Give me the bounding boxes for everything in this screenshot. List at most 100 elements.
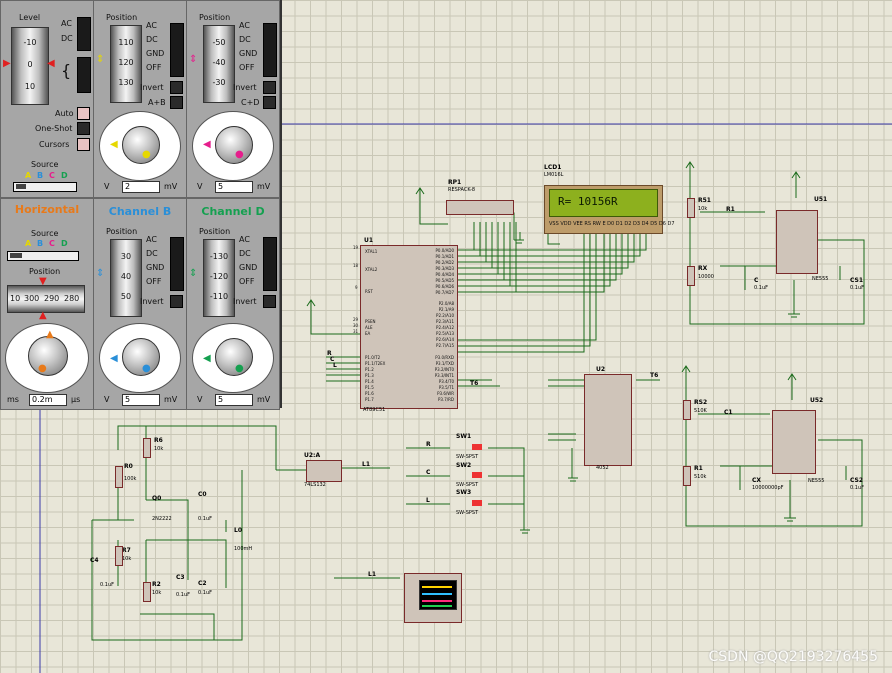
sw3-switch[interactable] [472, 500, 482, 506]
r51-resistor[interactable] [687, 198, 695, 218]
rx-resistor[interactable] [687, 266, 695, 286]
channel-a-invert-button[interactable] [170, 81, 183, 94]
channel-b-volts-dial[interactable]: ◀ ● [99, 323, 181, 393]
r6-value: 10k [154, 446, 164, 452]
trigger-auto-label: Auto [55, 109, 74, 118]
sw1-switch[interactable] [472, 444, 482, 450]
channel-a-coupling-switch[interactable] [170, 23, 184, 77]
channel-d-title: Channel D [201, 205, 265, 218]
horizontal-source-label: Source [31, 229, 59, 238]
u2-chip[interactable] [584, 374, 632, 466]
horizontal-position-drum[interactable]: 10 300 290 280 [7, 285, 85, 313]
channel-a-position-drum[interactable]: 110 120 130 [110, 25, 142, 103]
channel-c-position-drum[interactable]: -50 -40 -30 [203, 25, 235, 103]
trigger-source-b: B [37, 171, 44, 180]
channel-b-position-drum[interactable]: 30 40 50 [110, 239, 142, 317]
channel-b-coupling-switch[interactable] [170, 237, 184, 291]
horizontal-value-field[interactable]: 0.2m [29, 394, 67, 406]
channel-a-ac-label: AC [146, 21, 157, 30]
c-ref: C [754, 277, 759, 284]
channel-a-position-label: Position [106, 13, 138, 22]
horizontal-source-d: D [61, 239, 68, 248]
channel-d-volts-dial[interactable]: ◀ ● [192, 323, 274, 393]
u1-pin-p35: P3.5/T1 [438, 385, 454, 390]
channel-a-value-field[interactable]: 2 [122, 181, 160, 193]
sw2-switch[interactable] [472, 472, 482, 478]
horizontal-dial-pointer-icon: ● [38, 363, 47, 374]
channel-c-volts-dial[interactable]: ◀ ● [192, 111, 274, 181]
channel-a-volts-dial[interactable]: ◀ ● [99, 111, 181, 181]
channel-d-position-drum[interactable]: -130 -120 -110 [203, 239, 235, 317]
oscilloscope-panel: Level -10 0 10 ▶ ◀ AC DC { Auto One-Shot… [0, 0, 282, 410]
r51-value: 10k [698, 206, 708, 212]
channel-d-invert-button[interactable] [263, 295, 276, 308]
channel-c-invert-button[interactable] [263, 81, 276, 94]
u1-pin-p22: P2.2/A10 [436, 313, 454, 318]
trigger-cursors-button[interactable] [77, 138, 90, 151]
channel-c-combine-button[interactable] [263, 96, 276, 109]
channel-c-v-unit: V [197, 182, 203, 191]
u52-timer[interactable] [772, 410, 816, 474]
trigger-ac-label: AC [61, 19, 72, 28]
channel-d-drum-top: -130 [209, 252, 229, 261]
trigger-source-slider[interactable] [13, 182, 77, 192]
trigger-oneshot-button[interactable] [77, 122, 90, 135]
trigger-auto-button[interactable] [77, 107, 90, 120]
r1-resistor[interactable] [683, 466, 691, 486]
r6-resistor[interactable] [143, 438, 151, 458]
u1-pinnum-30: 30 [353, 323, 359, 328]
channel-c-position-label: Position [199, 13, 231, 22]
u1-pin-p15: P1.5 [365, 385, 374, 390]
cx-ref: CX [752, 477, 762, 484]
trigger-level-drum[interactable]: -10 0 10 [11, 27, 49, 105]
channel-b-v-unit: V [104, 395, 110, 404]
rp1-resistor-pack[interactable] [446, 200, 514, 215]
channel-b-dial-marker-icon: ◀ [110, 353, 118, 364]
cs2-value: 0.1uF [850, 485, 864, 491]
channel-d-value-field[interactable]: 5 [215, 394, 253, 406]
channel-b-ac-label: AC [146, 235, 157, 244]
horizontal-source-b: B [37, 239, 44, 248]
cs2-ref: CS2 [850, 477, 864, 484]
trigger-section: Level -10 0 10 ▶ ◀ AC DC { Auto One-Shot… [0, 0, 94, 198]
u51-ref: U51 [814, 196, 828, 203]
u1-pin-p12: P1.2 [365, 367, 374, 372]
sw2-part: SW-SPST [456, 482, 479, 488]
channel-d-coupling-switch[interactable] [263, 237, 277, 291]
trigger-edge-switch[interactable] [77, 57, 91, 93]
channel-b-value-field[interactable]: 5 [122, 394, 160, 406]
u51-timer[interactable] [776, 210, 818, 274]
channel-c-gnd-label: GND [239, 49, 258, 58]
u1-microcontroller[interactable]: XTAL1 XTAL2 RST PSEN ALE EA P1.0/T2 P1.1… [360, 245, 458, 409]
channel-d-section: Channel D Position -130 -120 -110 ⇕ AC D… [186, 198, 280, 410]
u2a-nand-gate[interactable] [306, 460, 342, 482]
channel-c-value-field[interactable]: 5 [215, 181, 253, 193]
trigger-coupling-switch[interactable] [77, 17, 91, 51]
c3-value: 0.1uF [176, 592, 190, 598]
channel-b-invert-button[interactable] [170, 295, 183, 308]
oscilloscope-instrument[interactable] [404, 573, 462, 623]
trigger-level-top: -10 [23, 38, 37, 47]
horizontal-drum-2: 300 [24, 294, 40, 303]
lcd-display[interactable]: R= 10156R VSS VDD VEE RS RW E D0 D1 D2 D… [544, 185, 675, 234]
channel-a-combine-button[interactable] [170, 96, 183, 109]
horizontal-title: Horizontal [14, 203, 80, 216]
channel-c-dc-label: DC [239, 35, 251, 44]
r0-resistor[interactable] [115, 466, 123, 488]
u51-part: NE555 [812, 276, 829, 282]
u1-pin-p03: P0.3/AD3 [435, 266, 454, 271]
rs2-resistor[interactable] [683, 400, 691, 420]
u1-pin-p02: P0.2/AD2 [435, 260, 454, 265]
u1-pin-p33: P3.3/INT1 [434, 373, 454, 378]
channel-a-dial-pointer-icon: ● [142, 149, 151, 160]
channel-c-coupling-switch[interactable] [263, 23, 277, 77]
trigger-source-label: Source [31, 160, 59, 169]
r2-resistor[interactable] [143, 582, 151, 602]
horizontal-us-unit: μs [71, 395, 81, 404]
r7-resistor[interactable] [115, 546, 123, 566]
u1-pinnum-31: 31 [353, 329, 359, 334]
cs1-ref: CS1 [850, 277, 864, 284]
horizontal-position-down-arrow-icon: ▼ [39, 276, 47, 287]
horizontal-timebase-dial[interactable]: ▲ ● [5, 323, 89, 393]
horizontal-source-slider[interactable] [7, 251, 79, 261]
